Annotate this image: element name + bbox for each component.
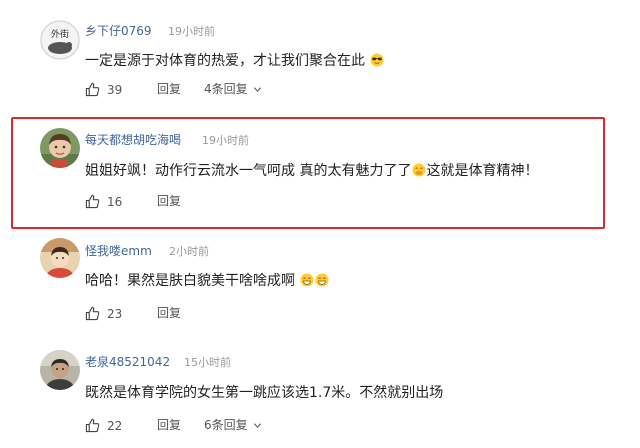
- timestamp: 2小时前: [169, 245, 209, 258]
- comment-text: 哈哈！果然是肤白貌美干啥啥成啊: [85, 270, 329, 290]
- avatar[interactable]: [40, 238, 80, 278]
- grin-emoji-icon: [300, 273, 314, 287]
- view-replies-button[interactable]: 6条回复: [204, 418, 262, 433]
- sunglasses-emoji-icon: [370, 53, 384, 67]
- comment-text-content: 哈哈！果然是肤白貌美干啥啥成啊: [85, 273, 295, 289]
- thumbs-up-icon: [85, 194, 100, 209]
- timestamp: 15小时前: [184, 356, 231, 369]
- view-replies-button[interactable]: 4条回复: [204, 82, 262, 97]
- comment-text-continuation: 这就是体育精神！: [426, 163, 539, 179]
- timestamp: 19小时前: [202, 134, 249, 147]
- like-button[interactable]: 16: [85, 194, 122, 209]
- like-count: 23: [107, 306, 123, 321]
- thumbs-up-icon: [85, 306, 100, 321]
- comment-text: 姐姐好飒！动作行云流水一气呵成 真的太有魅力了了 这就是体育精神！: [85, 160, 538, 180]
- username[interactable]: 乡下仔0769: [85, 22, 152, 39]
- username[interactable]: 每天都想胡吃海喝: [85, 131, 181, 148]
- avatar[interactable]: 外街: [40, 20, 80, 60]
- chevron-down-icon: [253, 423, 261, 428]
- grin-emoji-icon: [315, 273, 329, 287]
- avatar[interactable]: [40, 350, 80, 390]
- timestamp: 19小时前: [168, 25, 215, 38]
- username[interactable]: 老泉48521042: [85, 353, 170, 370]
- reply-button[interactable]: 回复: [157, 306, 181, 321]
- thumbs-up-icon: [85, 418, 100, 433]
- svg-text:外街: 外街: [51, 28, 69, 40]
- like-button[interactable]: 39: [85, 82, 122, 97]
- like-count: 39: [107, 82, 123, 97]
- like-button[interactable]: 22: [85, 418, 122, 433]
- comment-text: 既然是体育学院的女生第一跳应该选1.7米。不然就别出场: [85, 385, 444, 401]
- like-button[interactable]: 23: [85, 306, 122, 321]
- reply-button[interactable]: 回复: [157, 82, 181, 97]
- reply-button[interactable]: 回复: [157, 194, 181, 209]
- comment-text-content: 一定是源于对体育的热爱，才让我们聚合在此: [85, 53, 365, 69]
- replies-count-label: 4条回复: [204, 82, 248, 96]
- hand-over-mouth-emoji-icon: [412, 163, 426, 177]
- replies-count-label: 6条回复: [204, 418, 248, 432]
- reply-button[interactable]: 回复: [157, 418, 181, 433]
- like-count: 16: [107, 194, 123, 209]
- username[interactable]: 怪我喽emm: [85, 242, 152, 259]
- comment-text-content: 姐姐好飒！动作行云流水一气呵成 真的太有魅力了了: [85, 163, 412, 179]
- avatar[interactable]: [40, 128, 80, 168]
- like-count: 22: [107, 418, 123, 433]
- comment-text: 一定是源于对体育的热爱，才让我们聚合在此: [85, 50, 384, 70]
- thumbs-up-icon: [85, 82, 100, 97]
- chevron-down-icon: [253, 87, 261, 92]
